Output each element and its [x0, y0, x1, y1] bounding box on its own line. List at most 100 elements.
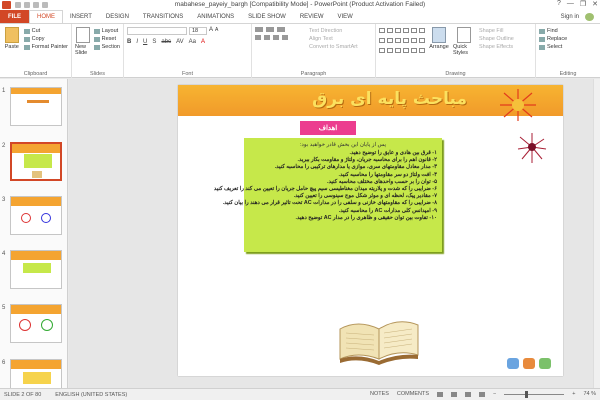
new-slide-icon	[76, 27, 91, 43]
comments-button[interactable]: COMMENTS	[397, 391, 429, 397]
font-color-button[interactable]: A	[201, 39, 205, 45]
paste-button[interactable]: Paste	[3, 27, 21, 51]
justify-icon[interactable]	[282, 35, 288, 40]
slide-thumbnail-5[interactable]	[10, 304, 62, 343]
section-button[interactable]: Section	[93, 43, 120, 51]
reading-view-icon[interactable]	[465, 391, 472, 397]
firework-decoration-icon	[500, 89, 547, 163]
grow-font-icon[interactable]: A	[209, 27, 213, 35]
align-text-button[interactable]: Align Text	[309, 35, 358, 43]
find-icon	[539, 28, 545, 34]
home-icon[interactable]	[539, 358, 551, 369]
strikethrough-button[interactable]: abc	[161, 39, 171, 45]
quick-styles-button[interactable]: Quick Styles	[453, 27, 475, 56]
underline-button[interactable]: U	[143, 39, 147, 45]
numbering-icon[interactable]	[266, 27, 274, 32]
tab-design[interactable]: DESIGN	[99, 10, 136, 23]
drawing-group: Arrange Quick Styles Shape Fill Shape Ou…	[376, 24, 536, 78]
objective-item: ۲- قانون اهم را برای محاسبه جریان، ولتاژ…	[297, 157, 437, 164]
slide-title[interactable]: مباحث پایه ای برق	[312, 89, 467, 109]
align-left-icon[interactable]	[255, 35, 261, 40]
maximize-icon[interactable]: ❐	[580, 0, 586, 8]
slide-thumbnail-4[interactable]	[10, 250, 62, 289]
vertical-scrollbar[interactable]	[593, 79, 600, 388]
zoom-out-icon[interactable]: −	[493, 391, 496, 397]
objectives-lead: پس از پایان این بخش قادر خواهید بود:	[299, 142, 387, 148]
slideshow-view-icon[interactable]	[479, 391, 486, 397]
objectives-badge[interactable]: اهداف	[300, 121, 356, 135]
layout-button[interactable]: Layout	[93, 27, 120, 35]
paragraph-label: Paragraph	[300, 71, 327, 77]
objective-item: ۱۰- تفاوت بین توان حقیقی و ظاهری را در م…	[295, 214, 437, 221]
home-icon[interactable]	[507, 358, 519, 369]
objectives-box[interactable]: پس از پایان این بخش قادر خواهید بود: ۱- …	[214, 138, 442, 252]
notes-button[interactable]: NOTES	[370, 391, 389, 397]
tab-home[interactable]: HOME	[29, 10, 63, 23]
smiley-icon[interactable]	[585, 13, 594, 21]
indent-icon[interactable]	[277, 27, 285, 32]
bold-button[interactable]: B	[127, 39, 131, 45]
shadow-button[interactable]: S	[152, 39, 156, 45]
font-name-box[interactable]	[127, 27, 187, 35]
language-indicator[interactable]: ENGLISH (UNITED STATES)	[55, 392, 127, 398]
minimize-icon[interactable]: —	[567, 0, 574, 8]
tab-view[interactable]: VIEW	[331, 10, 360, 23]
zoom-level[interactable]: 74 %	[583, 391, 596, 397]
find-button[interactable]: Find	[539, 27, 597, 35]
bullets-icon[interactable]	[255, 27, 263, 32]
zoom-slider-thumb[interactable]	[524, 390, 528, 398]
zoom-in-icon[interactable]: +	[572, 391, 575, 397]
home-icon[interactable]	[523, 358, 535, 369]
char-spacing-button[interactable]: AV	[176, 39, 184, 45]
slide-counter: SLIDE 2 OF 80	[4, 391, 42, 398]
thumbnail-number: 2	[2, 143, 6, 149]
editing-group: Find Replace Select Editing	[536, 24, 600, 78]
reset-button[interactable]: Reset	[93, 35, 120, 43]
align-right-icon[interactable]	[273, 35, 279, 40]
change-case-button[interactable]: Aa	[189, 39, 196, 45]
italic-button[interactable]: I	[136, 39, 138, 45]
normal-view-icon[interactable]	[437, 391, 444, 397]
zoom-slider[interactable]	[504, 390, 565, 398]
tab-file[interactable]: FILE	[0, 10, 29, 23]
select-button[interactable]: Select	[539, 43, 597, 51]
clipboard-label: Clipboard	[23, 71, 48, 77]
new-slide-button[interactable]: New Slide	[75, 27, 92, 56]
shape-outline-button[interactable]: Shape Outline	[479, 35, 514, 43]
align-center-icon[interactable]	[264, 35, 270, 40]
slide-thumbnail-pane[interactable]: 1 2 3 4 5 6	[0, 79, 68, 388]
replace-button[interactable]: Replace	[539, 35, 597, 43]
shapes-gallery[interactable]	[379, 28, 425, 56]
text-direction-button[interactable]: Text Direction	[309, 27, 358, 35]
shrink-font-icon[interactable]: A	[215, 27, 218, 35]
tab-animations[interactable]: ANIMATIONS	[190, 10, 241, 23]
slide-sorter-icon[interactable]	[451, 391, 458, 397]
close-icon[interactable]: ✕	[592, 0, 598, 8]
sign-in-link[interactable]: Sign in	[561, 14, 579, 20]
tab-insert[interactable]: INSERT	[63, 10, 99, 23]
thumbnail-number: 1	[2, 88, 6, 94]
shape-fill-button[interactable]: Shape Fill	[479, 27, 514, 35]
open-book-image	[339, 321, 419, 365]
shape-effects-button[interactable]: Shape Effects	[479, 43, 514, 51]
tab-transitions[interactable]: TRANSITIONS	[136, 10, 190, 23]
arrange-button[interactable]: Arrange	[429, 27, 449, 56]
format-painter-button[interactable]: Format Painter	[23, 43, 68, 51]
help-icon[interactable]: ?	[557, 0, 561, 8]
clipboard-icon	[4, 27, 19, 43]
cut-button[interactable]: Cut	[23, 27, 68, 35]
slide-thumbnail-1[interactable]	[10, 87, 62, 126]
tab-review[interactable]: REVIEW	[293, 10, 331, 23]
copy-button[interactable]: Copy	[23, 35, 68, 43]
font-size-box[interactable]: 18	[189, 27, 207, 35]
tab-slide-show[interactable]: SLIDE SHOW	[241, 10, 293, 23]
convert-smartart-button[interactable]: Convert to SmartArt	[309, 43, 358, 51]
thumbnail-number: 5	[2, 305, 6, 311]
slide-canvas[interactable]: مباحث پایه ای برق اهداف پس از پایان این …	[69, 79, 593, 388]
status-bar: SLIDE 2 OF 80 ENGLISH (UNITED STATES) NO…	[0, 388, 600, 400]
slide[interactable]: مباحث پایه ای برق اهداف پس از پایان این …	[178, 85, 563, 376]
ribbon-tabs: FILE HOME INSERT DESIGN TRANSITIONS ANIM…	[0, 10, 600, 24]
slide-thumbnail-3[interactable]	[10, 196, 62, 235]
slide-thumbnail-2[interactable]	[10, 142, 62, 181]
slide-thumbnail-6[interactable]	[10, 359, 62, 388]
